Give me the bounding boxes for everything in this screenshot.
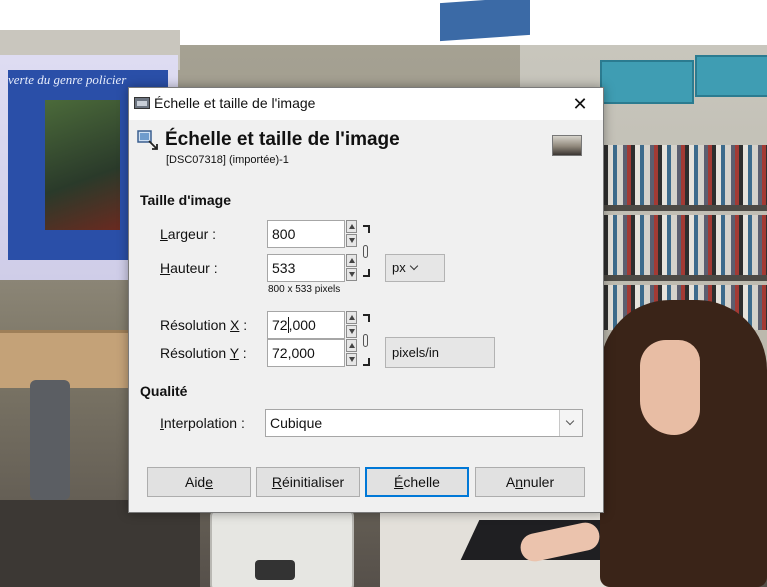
cancel-button[interactable]: Annuler xyxy=(475,467,585,497)
window-title: Échelle et taille de l'image xyxy=(154,95,316,111)
floor xyxy=(0,500,200,587)
decrement-icon[interactable] xyxy=(346,325,357,338)
resolution-y-input[interactable]: 72,000 xyxy=(267,339,345,367)
image-name: [DSC07318] (importée)-1 xyxy=(166,154,289,166)
chain-link-resolution-icon[interactable] xyxy=(361,312,375,368)
scale-button[interactable]: Échelle xyxy=(365,467,469,497)
table xyxy=(0,330,135,388)
interpolation-dropdown[interactable]: Cubique xyxy=(265,409,583,437)
shelf-board xyxy=(580,275,767,281)
decrement-icon[interactable] xyxy=(346,234,357,247)
width-label: Largeur : xyxy=(160,226,217,242)
wall-frame xyxy=(695,55,767,97)
bookshelf-row xyxy=(590,215,767,275)
scale-image-dialog: Échelle et taille de l'image ✕ Échelle e… xyxy=(128,87,604,513)
width-input[interactable]: 800 xyxy=(267,220,345,248)
bookshelf-row xyxy=(590,145,767,205)
projector-panel xyxy=(255,560,295,580)
app-icon xyxy=(134,97,150,109)
resolution-x-label: Résolution X : xyxy=(160,317,248,333)
increment-icon[interactable] xyxy=(346,339,357,352)
close-button[interactable]: ✕ xyxy=(557,88,603,120)
pixel-summary: 800 x 533 pixels xyxy=(268,284,341,295)
title-bar[interactable]: Échelle et taille de l'image ✕ xyxy=(129,88,603,120)
resolution-y-label: Résolution Y : xyxy=(160,345,247,361)
height-label: Hauteur : xyxy=(160,260,218,276)
slide-title: verte du genre policier xyxy=(8,72,127,87)
section-image-size: Taille d'image xyxy=(140,192,231,208)
height-input[interactable]: 533 xyxy=(267,254,345,282)
dialog-heading: Échelle et taille de l'image xyxy=(165,129,400,150)
chair xyxy=(30,380,70,500)
hanging-poster xyxy=(440,0,530,42)
resolution-y-spinner[interactable] xyxy=(346,339,357,367)
increment-icon[interactable] xyxy=(346,311,357,324)
increment-icon[interactable] xyxy=(346,220,357,233)
resolution-unit-dropdown[interactable]: pixels/in xyxy=(385,337,495,368)
person-face xyxy=(640,340,700,435)
scale-image-icon xyxy=(137,130,158,150)
close-icon: ✕ xyxy=(572,94,588,114)
interpolation-label: Interpolation : xyxy=(160,415,245,431)
size-unit-dropdown[interactable]: px xyxy=(385,254,445,282)
chevron-down-icon xyxy=(409,261,418,271)
image-thumbnail xyxy=(552,135,582,156)
shelf-board xyxy=(580,205,767,211)
chain-link-size-icon[interactable] xyxy=(361,223,375,279)
width-spinner[interactable] xyxy=(346,220,357,248)
resolution-x-input[interactable]: 72,000 xyxy=(267,311,345,339)
help-button[interactable]: Aide xyxy=(147,467,251,497)
reset-button[interactable]: Réinitialiser xyxy=(256,467,360,497)
height-spinner[interactable] xyxy=(346,254,357,282)
resolution-x-spinner[interactable] xyxy=(346,311,357,339)
slide-poster-image xyxy=(45,100,120,230)
decrement-icon[interactable] xyxy=(346,353,357,366)
increment-icon[interactable] xyxy=(346,254,357,267)
chevron-down-icon[interactable] xyxy=(559,410,582,436)
wall-frame xyxy=(600,60,694,104)
decrement-icon[interactable] xyxy=(346,268,357,281)
section-quality: Qualité xyxy=(140,383,188,399)
